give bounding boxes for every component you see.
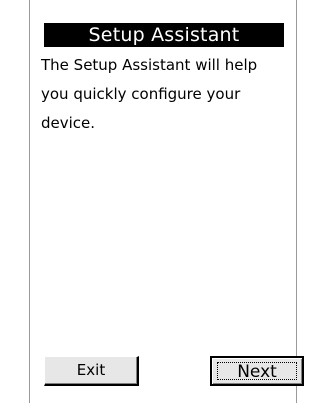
dialog-message: The Setup Assistant will help you quickl… <box>41 51 286 138</box>
frame-right-border <box>296 0 297 403</box>
message-line: device. <box>41 114 96 132</box>
next-button[interactable]: Next <box>210 356 304 386</box>
next-button-label: Next <box>217 362 297 381</box>
dialog-title: Setup Assistant <box>44 23 284 47</box>
frame-left-border <box>29 0 30 403</box>
exit-button[interactable]: Exit <box>44 356 139 386</box>
message-line: The Setup Assistant will help <box>41 56 258 74</box>
setup-assistant-screen: Setup Assistant The Setup Assistant will… <box>0 0 327 403</box>
message-line: you quickly configure your <box>41 85 241 103</box>
